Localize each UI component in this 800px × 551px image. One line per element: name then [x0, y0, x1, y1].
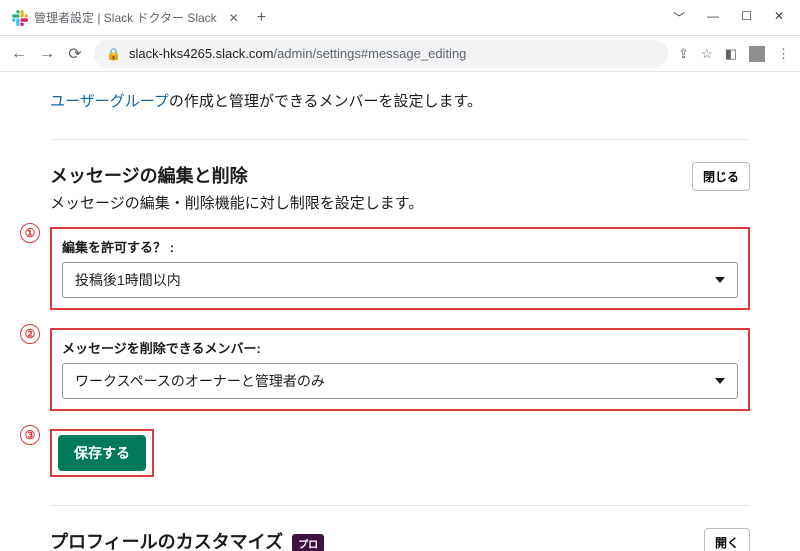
- annot-delete-members: ② メッセージを削除できるメンバー: ワークスペースのオーナーと管理者のみ: [50, 328, 750, 411]
- profile-avatar[interactable]: [749, 46, 765, 62]
- chevron-down-icon: [715, 277, 725, 283]
- tab-title: 管理者設定 | Slack ドクター Slack: [34, 9, 217, 26]
- close-section-button[interactable]: 閉じる: [692, 162, 750, 191]
- profile-customize-title: プロフィールのカスタマイズ プロ: [50, 528, 676, 551]
- allow-editing-label: 編集を許可する？ :: [62, 237, 738, 256]
- message-edit-title: メッセージの編集と削除: [50, 162, 423, 188]
- annot-save: ③ 保存する: [50, 429, 750, 477]
- tab-close-icon[interactable]: ✕: [229, 11, 239, 25]
- annotation-box-1: 編集を許可する？ : 投稿後1時間以内: [50, 227, 750, 310]
- delete-members-value: ワークスペースのオーナーと管理者のみ: [75, 371, 325, 391]
- new-tab-button[interactable]: +: [257, 9, 266, 27]
- annot-allow-editing: ① 編集を許可する？ : 投稿後1時間以内: [50, 227, 750, 310]
- lock-icon: 🔒: [106, 47, 121, 61]
- nav-reload-icon[interactable]: ⟳: [66, 44, 84, 64]
- window-close-icon[interactable]: ✕: [774, 9, 784, 26]
- browser-titlebar: 管理者設定 | Slack ドクター Slack ✕ + ﹀ ― ☐ ✕: [0, 0, 800, 36]
- annotation-number-3: ③: [20, 425, 40, 445]
- slack-favicon-icon: [12, 10, 28, 26]
- save-button[interactable]: 保存する: [58, 435, 146, 471]
- chevron-down-icon: [715, 378, 725, 384]
- user-groups-link[interactable]: ユーザーグループ: [50, 93, 169, 110]
- annotation-number-1: ①: [20, 223, 40, 243]
- window-minimize-icon[interactable]: ―: [707, 9, 719, 26]
- delete-members-label: メッセージを削除できるメンバー:: [62, 338, 738, 357]
- profile-customize-title-text: プロフィールのカスタマイズ: [50, 532, 283, 551]
- annotation-number-2: ②: [20, 324, 40, 344]
- url-domain: slack-hks4265.slack.com: [129, 46, 274, 61]
- allow-editing-value: 投稿後1時間以内: [75, 270, 181, 290]
- annotation-box-3: 保存する: [50, 429, 154, 477]
- open-section-button[interactable]: 開く: [704, 528, 750, 551]
- user-groups-description: ユーザーグループの作成と管理ができるメンバーを設定します。: [50, 90, 750, 111]
- pro-plan-badge: プロ: [292, 534, 324, 551]
- url-path: /admin/settings#message_editing: [273, 46, 466, 61]
- message-edit-subtitle: メッセージの編集・削除機能に対し制限を設定します。: [50, 192, 423, 213]
- browser-toolbar: ← → ⟳ 🔒 slack-hks4265.slack.com/admin/se…: [0, 36, 800, 72]
- address-bar[interactable]: 🔒 slack-hks4265.slack.com/admin/settings…: [94, 40, 668, 68]
- browser-tab[interactable]: 管理者設定 | Slack ドクター Slack ✕: [0, 1, 249, 35]
- nav-forward-icon[interactable]: →: [38, 45, 56, 63]
- window-controls: ﹀ ― ☐ ✕: [673, 9, 800, 26]
- window-maximize-icon[interactable]: ☐: [741, 9, 752, 26]
- annotation-box-2: メッセージを削除できるメンバー: ワークスペースのオーナーと管理者のみ: [50, 328, 750, 411]
- profile-customize-section: プロフィールのカスタマイズ プロ ワークスペースのプロフィールに新しいフィールド…: [50, 505, 750, 551]
- star-icon[interactable]: ☆: [701, 46, 713, 62]
- menu-kebab-icon[interactable]: ⋮: [777, 46, 790, 62]
- share-icon[interactable]: ⇪: [678, 46, 689, 62]
- window-caret-icon[interactable]: ﹀: [673, 9, 685, 26]
- delete-members-select[interactable]: ワークスペースのオーナーと管理者のみ: [62, 363, 738, 399]
- extension-icon[interactable]: ◧: [725, 46, 737, 62]
- nav-back-icon[interactable]: ←: [10, 45, 28, 63]
- page-scroll-area[interactable]: ユーザーグループの作成と管理ができるメンバーを設定します。 メッセージの編集と削…: [0, 72, 800, 551]
- user-groups-suffix: の作成と管理ができるメンバーを設定します。: [169, 93, 482, 110]
- message-edit-section: メッセージの編集と削除 メッセージの編集・削除機能に対し制限を設定します。 閉じ…: [50, 139, 750, 505]
- allow-editing-select[interactable]: 投稿後1時間以内: [62, 262, 738, 298]
